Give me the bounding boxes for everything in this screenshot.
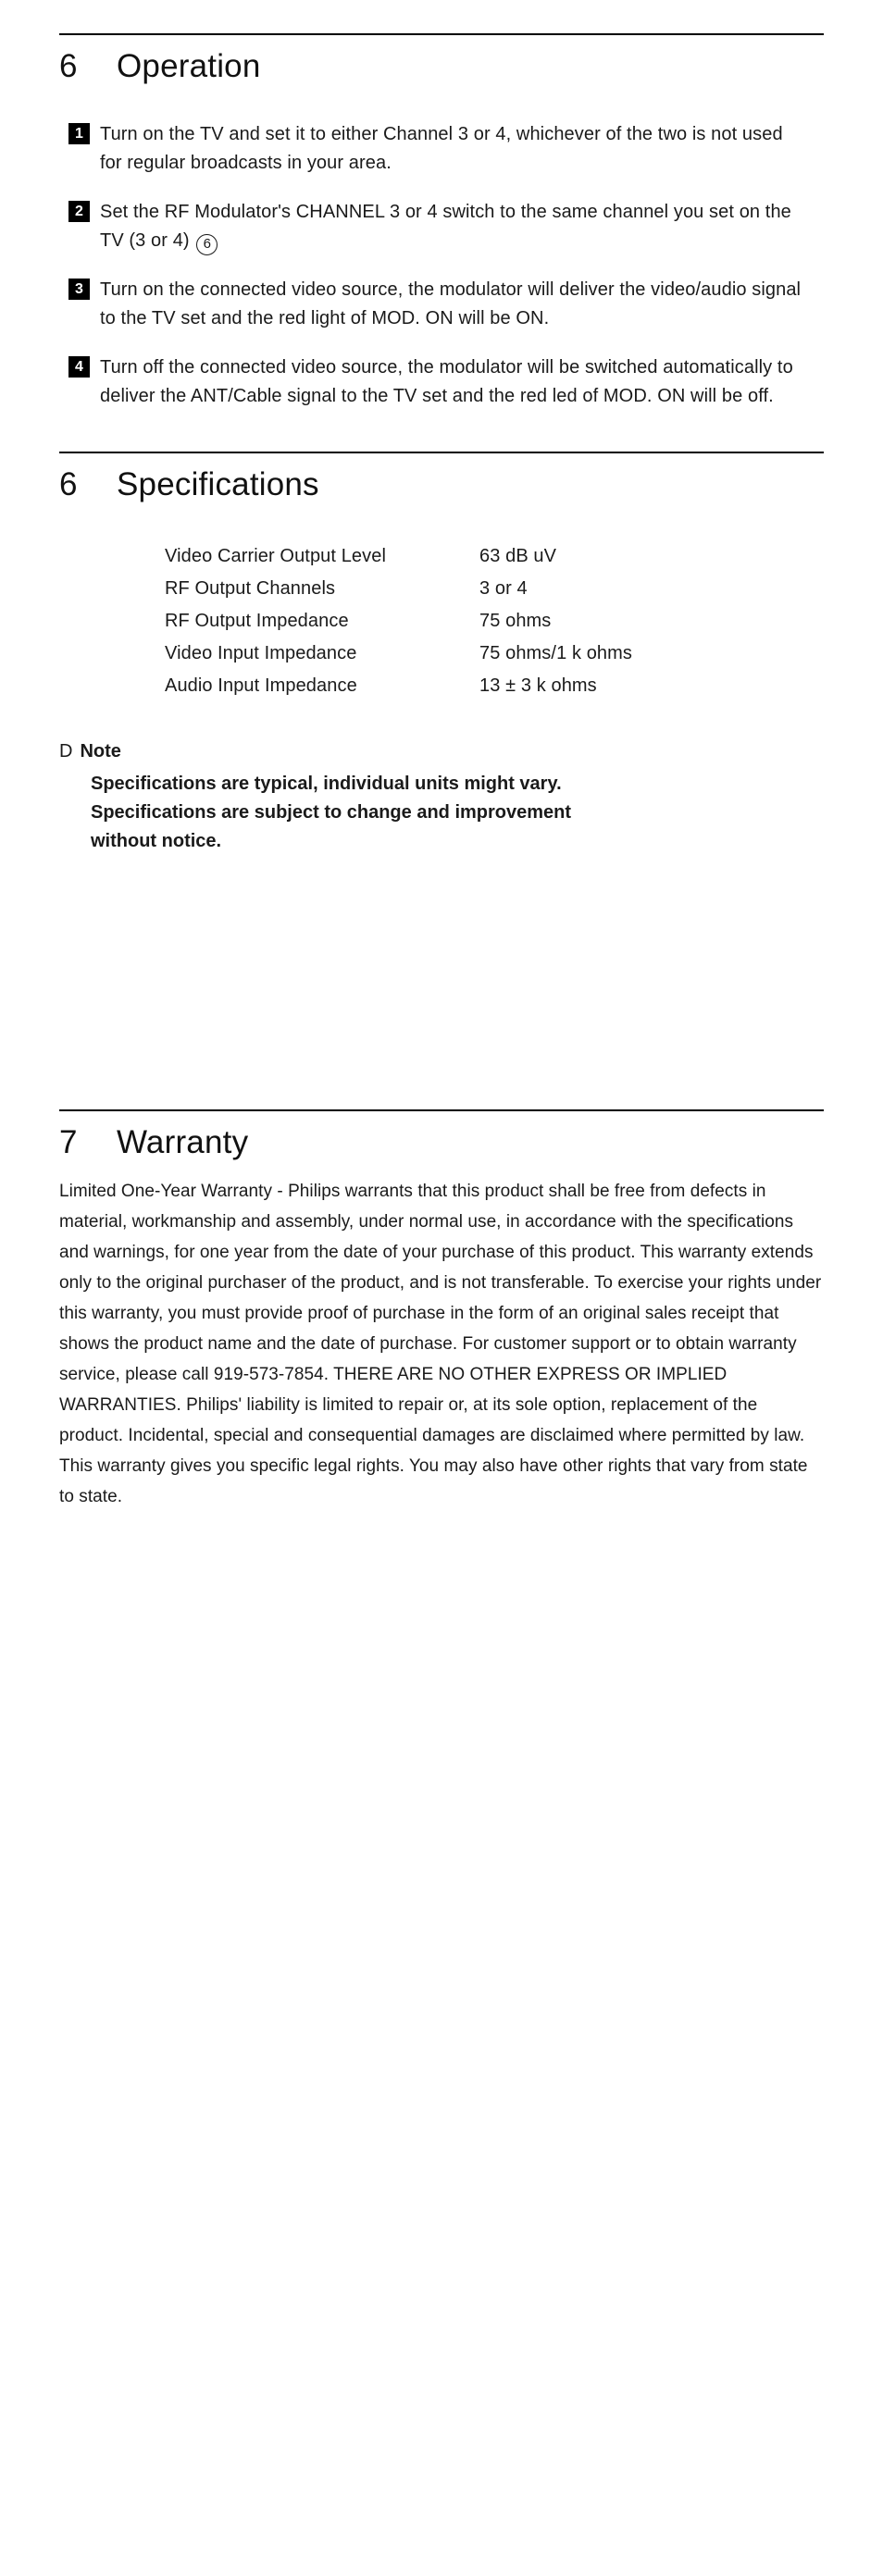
operation-step-4: 4 Turn off the connected video source, t…	[68, 353, 824, 411]
specifications-section-divider	[59, 452, 824, 453]
manual-page: 6 Operation 1 Turn on the TV and set it …	[0, 0, 883, 2576]
spec-label: RF Output Channels	[165, 578, 336, 599]
spec-label: Video Input Impedance	[165, 643, 357, 663]
specifications-section-number: 6	[59, 466, 78, 502]
specifications-section-title: Specifications	[117, 466, 319, 502]
step-text: Set the RF Modulator's CHANNEL 3 or 4 sw…	[100, 198, 805, 255]
note-icon: D	[59, 741, 73, 762]
step-number-badge: 4	[68, 356, 90, 378]
operation-heading: 6 Operation	[59, 48, 824, 85]
step-number-badge: 2	[68, 201, 90, 222]
operation-section-divider	[59, 33, 824, 35]
operation-section-number: 6	[59, 48, 78, 84]
spec-value: 3 or 4	[479, 578, 528, 599]
operation-step-1: 1 Turn on the TV and set it to either Ch…	[68, 120, 824, 178]
spec-label: Video Carrier Output Level	[165, 546, 387, 566]
spec-label: RF Output Impedance	[165, 611, 349, 631]
operation-steps-list: 1 Turn on the TV and set it to either Ch…	[68, 120, 824, 411]
step-number-badge: 3	[68, 279, 90, 300]
spec-value: 75 ohms/1 k ohms	[479, 643, 633, 663]
table-row: RF Output Impedance 75 ohms	[165, 607, 632, 639]
step-text: Turn off the connected video source, the…	[100, 357, 793, 406]
note-line: Specifications are subject to change and…	[91, 802, 572, 823]
operation-step-3: 3 Turn on the connected video source, th…	[68, 276, 824, 333]
operation-step-2: 2 Set the RF Modulator's CHANNEL 3 or 4 …	[68, 198, 824, 255]
warranty-heading: 7 Warranty	[59, 1124, 824, 1161]
table-row: Video Carrier Output Level 63 dB uV	[165, 542, 632, 575]
table-row: Audio Input Impedance 13 ± 3 k ohms	[165, 672, 632, 704]
step-number-badge: 1	[68, 123, 90, 144]
table-row: Video Input Impedance 75 ohms/1 k ohms	[165, 639, 632, 672]
spec-label: Audio Input Impedance	[165, 675, 357, 696]
step-text: Turn on the TV and set it to either Chan…	[100, 124, 783, 173]
note-title: Note	[80, 741, 121, 762]
warranty-section-divider	[59, 1109, 824, 1111]
spec-value: 75 ohms	[479, 611, 552, 631]
note-body: Specifications are typical, individual u…	[91, 770, 757, 856]
specifications-heading: 6 Specifications	[59, 466, 824, 503]
step-text: Turn on the connected video source, the …	[100, 279, 802, 328]
warranty-section-title: Warranty	[117, 1124, 249, 1160]
operation-section-title: Operation	[117, 48, 261, 84]
note-header: D Note	[59, 741, 824, 762]
note-line: without notice.	[91, 831, 222, 851]
note-line: Specifications are typical, individual u…	[91, 774, 562, 794]
table-row: RF Output Channels 3 or 4	[165, 575, 632, 607]
circled-reference-marker: 6	[196, 234, 218, 255]
warranty-body-text: Limited One-Year Warranty - Philips warr…	[59, 1182, 822, 1506]
note-block: D Note Specifications are typical, indiv…	[59, 741, 824, 856]
spec-value: 63 dB uV	[479, 546, 557, 566]
warranty-section-number: 7	[59, 1124, 78, 1160]
spec-value: 13 ± 3 k ohms	[479, 675, 597, 696]
specifications-table: Video Carrier Output Level 63 dB uV RF O…	[165, 542, 632, 704]
